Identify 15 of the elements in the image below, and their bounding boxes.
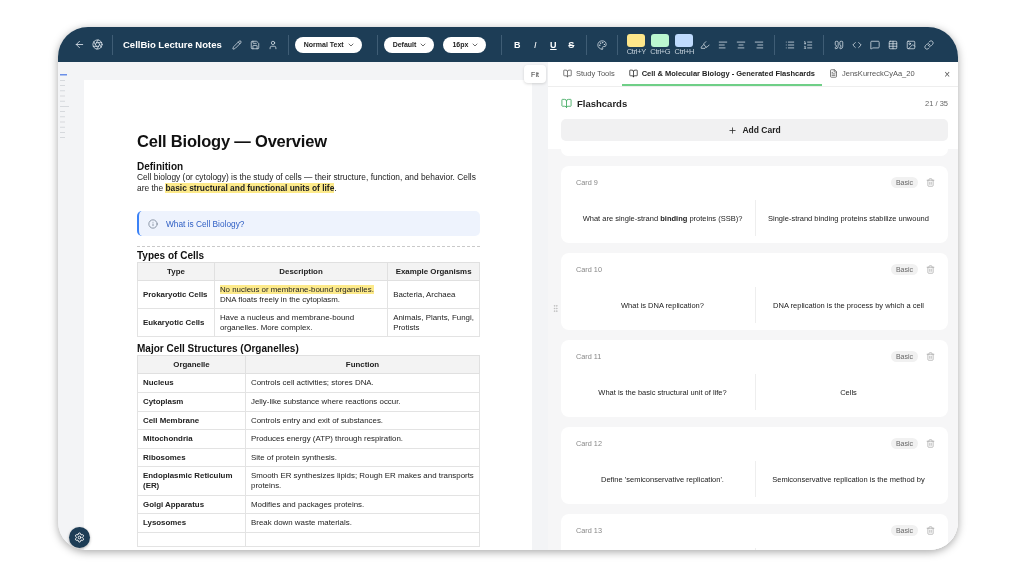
add-card-button[interactable]: Add Card	[561, 119, 948, 141]
heading: Major Cell Structures (Organelles)	[137, 343, 300, 355]
paragraph: Cell biology (or cytology) is the study of cells — their structure, function, and behavior. Cells are the basic structural and functional units of life.	[137, 172, 477, 193]
document-title: CellBio Lecture Notes	[123, 39, 222, 50]
format-button[interactable]: S	[562, 39, 581, 50]
close-button[interactable]: ×	[936, 62, 958, 86]
callout[interactable]: What is Cell Biology?	[137, 211, 480, 236]
format-button[interactable]: U	[544, 39, 563, 50]
heading: Types of Cells	[137, 250, 206, 261]
heading: Cell Biology — Overview	[137, 132, 328, 151]
panel-title: Flashcards	[577, 98, 628, 109]
callout-text: What is Cell Biology?	[166, 218, 245, 229]
format-button[interactable]: B	[508, 39, 527, 50]
heading: Definition	[137, 161, 185, 172]
format-button[interactable]: I	[526, 39, 545, 50]
